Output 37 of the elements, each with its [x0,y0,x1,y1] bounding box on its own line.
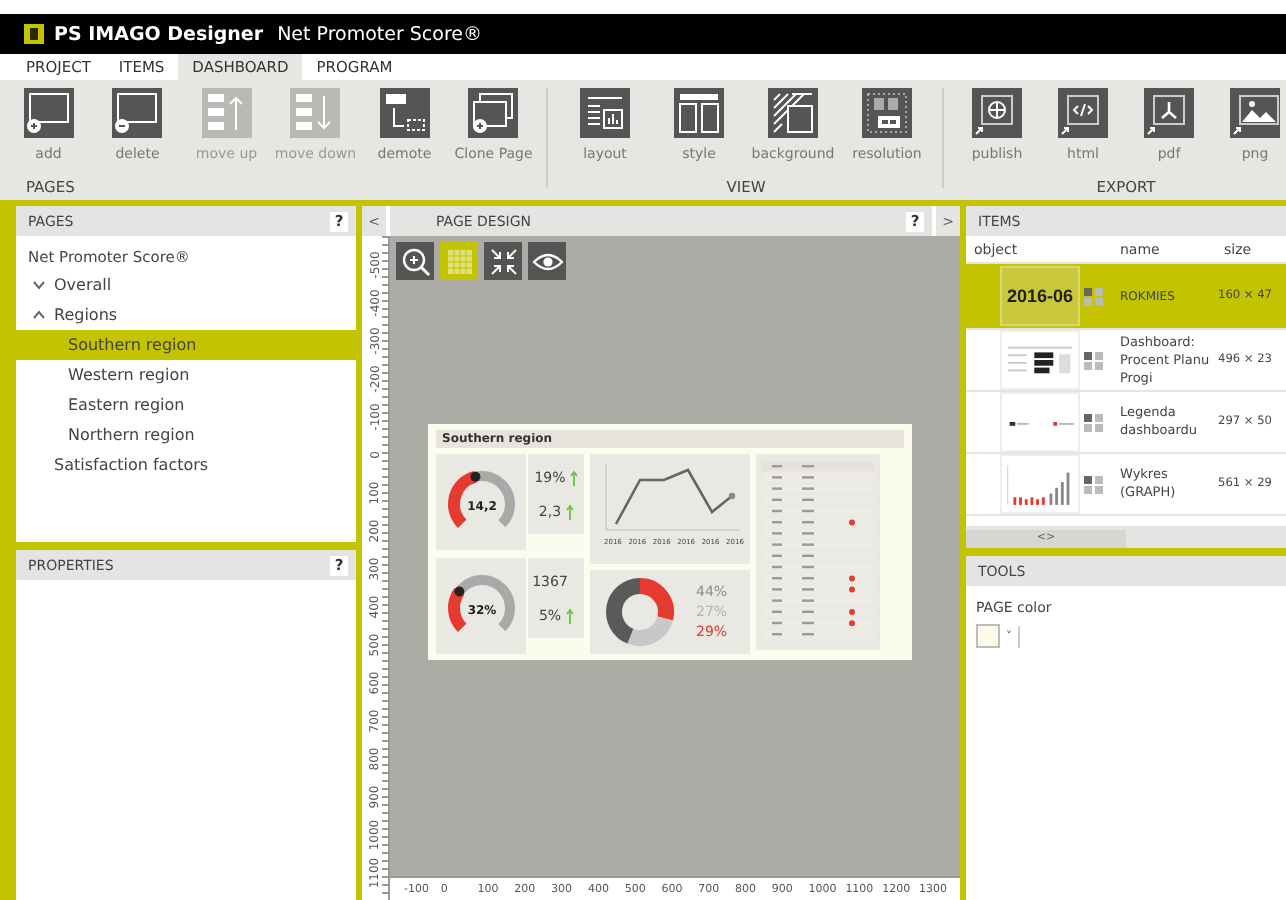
tree-item[interactable]: Western region [68,366,190,384]
tree-item[interactable]: Regions [54,306,118,324]
zoom-button[interactable] [396,242,434,280]
item-type-icon [1084,287,1104,305]
item-type-icon [1084,475,1104,493]
tree-item-highlight[interactable]: Southern region [16,330,356,360]
app-name: PS IMAGO Designer [54,23,264,45]
zoom-icon [397,243,433,279]
collapse-chevron-icon[interactable] [32,310,46,320]
fit-button[interactable] [484,242,522,280]
tree-item[interactable]: Northern region [68,426,195,444]
bar-chart-thumbnail [1007,464,1070,506]
frame-icon [862,88,912,138]
copy-icon [468,88,519,138]
table-thumbnail [1007,346,1073,374]
tree-item[interactable]: Overall [54,276,112,294]
page-minus-icon [112,88,163,138]
gauge-needle [453,586,464,597]
color-swatch[interactable] [976,624,1000,648]
document-title: Net Promoter Score® [277,23,483,45]
tree-item[interactable]: Satisfaction factors [54,456,209,474]
item-type-icon [1084,413,1104,431]
donut-chart-drawing [606,578,674,646]
app-logo-icon [24,24,44,44]
tree-item[interactable]: Southern region [68,336,197,354]
gauge-needle [469,471,480,482]
item-type-icon [1084,351,1104,369]
preview-button[interactable] [528,242,566,280]
hatch-icon [768,88,818,138]
gauge-fill [447,588,466,632]
expand-chevron-icon[interactable] [32,280,46,290]
tree-item[interactable]: Eastern region [68,396,185,414]
line-chart-drawing [605,463,741,531]
fit-icon [485,243,521,279]
thumbnail-text: 2016-06 [1006,286,1074,306]
columns-icon [674,88,724,138]
page-plus-icon [23,88,74,138]
